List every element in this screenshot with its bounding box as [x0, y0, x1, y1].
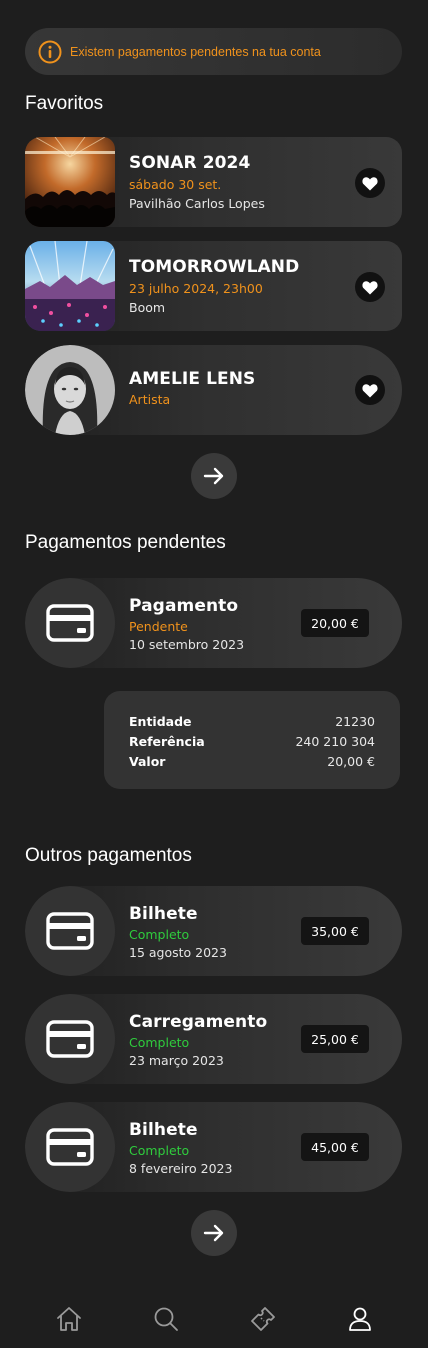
details-value: 21230 — [335, 714, 375, 729]
favorites-title: Favoritos — [25, 93, 104, 114]
pending-payments-alert[interactable]: Existem pagamentos pendentes na tua cont… — [25, 28, 402, 75]
card-icon-wrap — [25, 994, 115, 1084]
details-value: 20,00 € — [327, 754, 375, 769]
favorites-more-button[interactable] — [191, 453, 237, 499]
other-payments-title: Outros pagamentos — [25, 845, 192, 866]
payment-date: 10 setembro 2023 — [129, 637, 245, 652]
payment-card[interactable]: Carregamento Completo 23 março 2023 25,0… — [25, 994, 402, 1084]
app-screen: Existem pagamentos pendentes na tua cont… — [0, 0, 428, 1348]
payment-amount: 20,00 € — [301, 609, 369, 637]
payment-details: Entidade 21230 Referência 240 210 304 Va… — [104, 691, 400, 789]
favorite-heart-button[interactable] — [355, 168, 385, 198]
home-icon — [56, 1307, 81, 1331]
bottom-nav — [0, 1290, 428, 1348]
artist-portrait-image — [25, 345, 115, 435]
details-row-entidade: Entidade 21230 — [129, 712, 375, 732]
payments-more-button[interactable] — [191, 1210, 237, 1256]
arrow-right-icon — [203, 467, 224, 485]
details-label: Valor — [129, 754, 166, 769]
pending-payments-title: Pagamentos pendentes — [25, 532, 226, 553]
favorite-card-tomorrowland[interactable]: TOMORROWLAND 23 julho 2024, 23h00 Boom — [25, 241, 402, 331]
payment-title: Bilhete — [129, 1120, 198, 1140]
payment-status: Completo — [129, 1035, 190, 1050]
info-icon — [38, 40, 62, 63]
payment-card[interactable]: Bilhete Completo 15 agosto 2023 35,00 € — [25, 886, 402, 976]
concert-crowd-image — [25, 137, 115, 227]
festival-stage-image — [25, 241, 115, 331]
heart-icon — [362, 383, 378, 397]
credit-card-icon — [46, 1020, 94, 1058]
favorite-title: AMELIE LENS — [129, 369, 256, 389]
credit-card-icon — [46, 604, 94, 642]
favorite-title: TOMORROWLAND — [129, 257, 300, 277]
ticket-icon — [250, 1307, 275, 1331]
favorite-type: Artista — [129, 392, 171, 407]
favorite-venue: Pavilhão Carlos Lopes — [129, 196, 265, 211]
card-icon-wrap — [25, 886, 115, 976]
payment-title: Carregamento — [129, 1012, 268, 1032]
alert-text: Existem pagamentos pendentes na tua cont… — [70, 44, 321, 59]
favorite-heart-button[interactable] — [355, 375, 385, 405]
payment-title: Bilhete — [129, 904, 198, 924]
card-icon-wrap — [25, 1102, 115, 1192]
favorite-card-artist[interactable]: AMELIE LENS Artista — [25, 345, 402, 435]
favorite-venue: Boom — [129, 300, 166, 315]
payment-card[interactable]: Bilhete Completo 8 fevereiro 2023 45,00 … — [25, 1102, 402, 1192]
nav-home[interactable] — [47, 1297, 91, 1341]
favorite-card-sonar[interactable]: SONAR 2024 sábado 30 set. Pavilhão Carlo… — [25, 137, 402, 227]
credit-card-icon — [46, 912, 94, 950]
payment-date: 15 agosto 2023 — [129, 945, 227, 960]
favorite-title: SONAR 2024 — [129, 153, 251, 173]
heart-icon — [362, 176, 378, 190]
favorite-heart-button[interactable] — [355, 272, 385, 302]
credit-card-icon — [46, 1128, 94, 1166]
profile-icon — [348, 1307, 371, 1331]
payment-status: Completo — [129, 1143, 190, 1158]
payment-amount: 35,00 € — [301, 917, 369, 945]
pending-payment-card[interactable]: Pagamento Pendente 10 setembro 2023 20,0… — [25, 578, 402, 668]
payment-date: 8 fevereiro 2023 — [129, 1161, 233, 1176]
payment-status: Completo — [129, 927, 190, 942]
nav-search[interactable] — [144, 1297, 188, 1341]
nav-profile[interactable] — [338, 1297, 382, 1341]
payment-title: Pagamento — [129, 596, 239, 616]
details-row-referencia: Referência 240 210 304 — [129, 732, 375, 752]
search-icon — [154, 1307, 178, 1331]
favorite-date: 23 julho 2024, 23h00 — [129, 281, 263, 296]
favorite-date: sábado 30 set. — [129, 177, 222, 192]
arrow-right-icon — [203, 1224, 224, 1242]
heart-icon — [362, 280, 378, 294]
details-label: Referência — [129, 734, 205, 749]
card-icon-wrap — [25, 578, 115, 668]
details-label: Entidade — [129, 714, 192, 729]
payment-date: 23 março 2023 — [129, 1053, 224, 1068]
payment-amount: 25,00 € — [301, 1025, 369, 1053]
nav-tickets[interactable] — [241, 1297, 285, 1341]
details-row-valor: Valor 20,00 € — [129, 752, 375, 772]
details-value: 240 210 304 — [295, 734, 375, 749]
payment-status: Pendente — [129, 619, 188, 634]
payment-amount: 45,00 € — [301, 1133, 369, 1161]
